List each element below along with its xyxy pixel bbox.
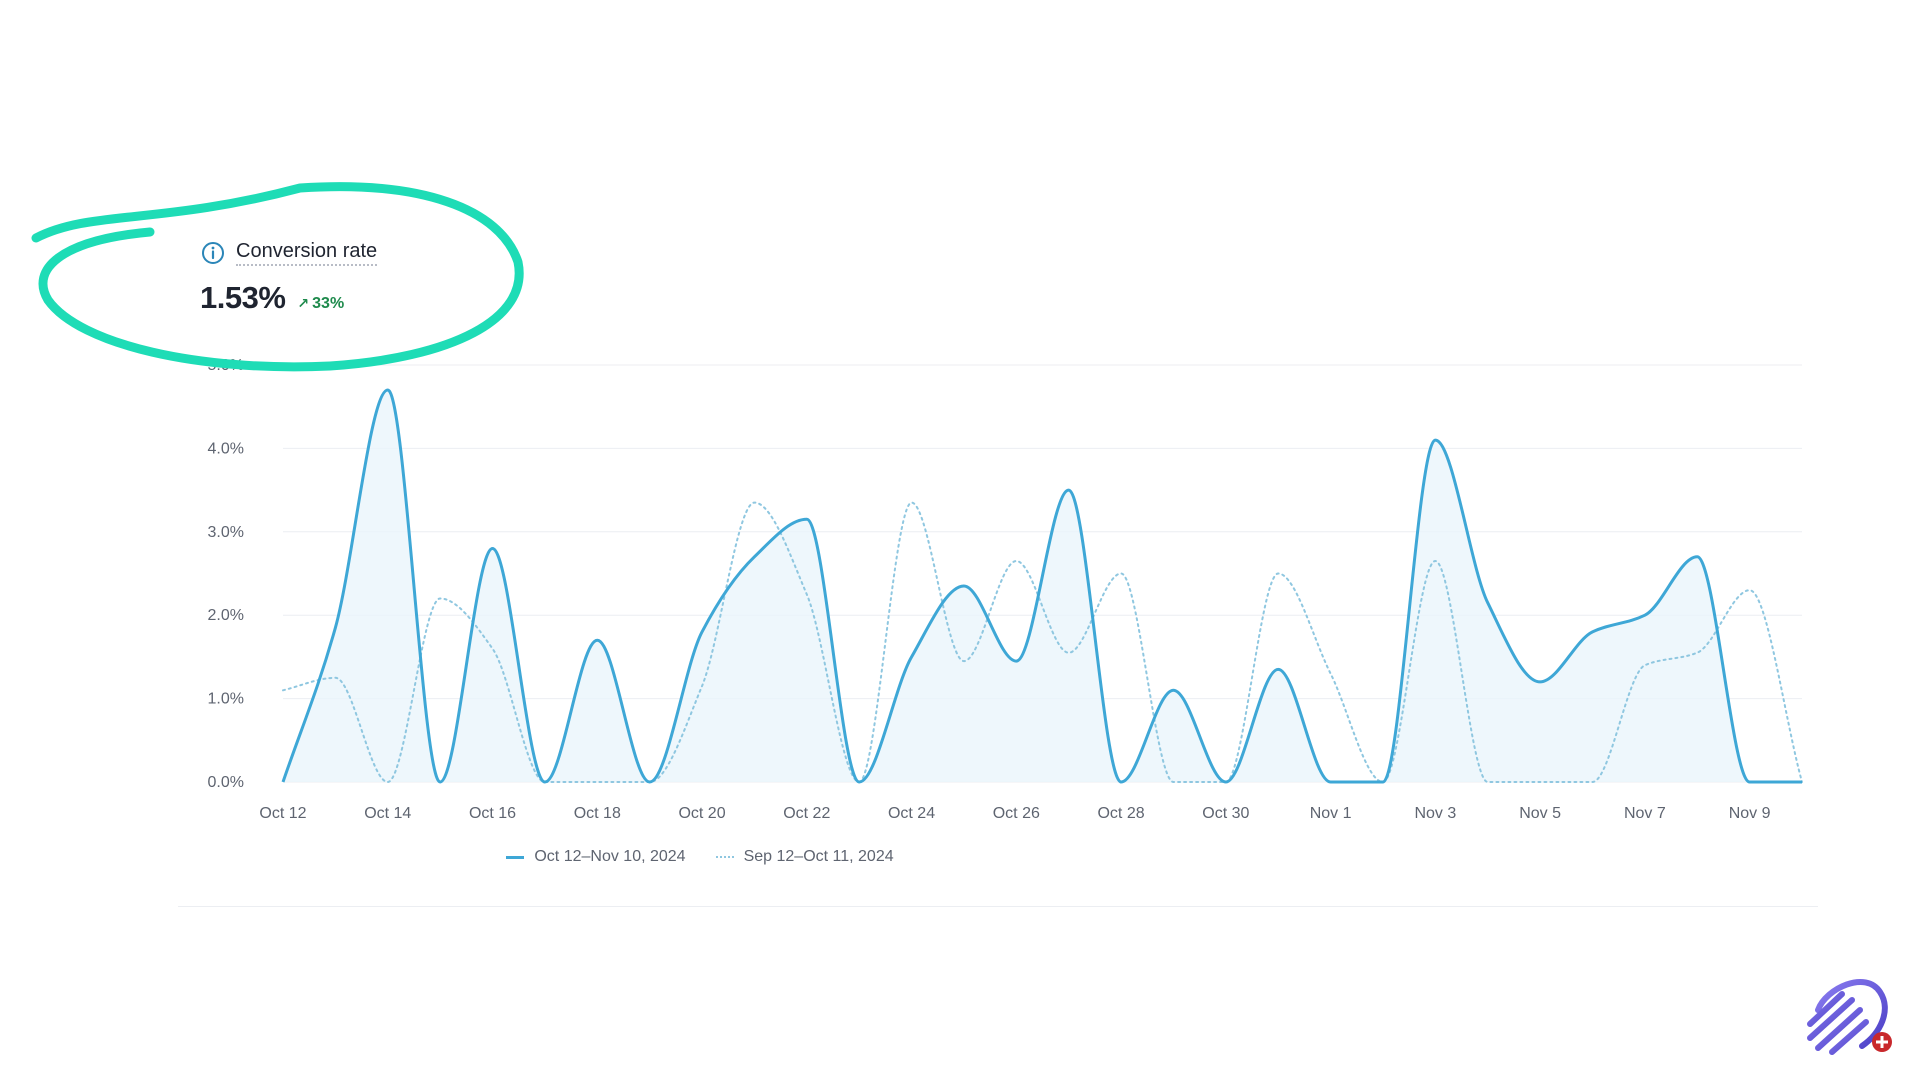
x-tick-label: Nov 7	[1624, 805, 1666, 822]
x-tick-label: Nov 9	[1729, 805, 1771, 822]
conversion-rate-line-chart: 0.0% 1.0% 2.0% 3.0% 4.0% 5.0% Oct 12 Oct 14 Oct …	[208, 357, 1803, 822]
x-tick-label: Oct 22	[783, 805, 830, 822]
x-tick-label: Oct 26	[993, 805, 1040, 822]
brand-logo-icon	[1807, 979, 1892, 1055]
legend-dotted-swatch	[715, 856, 734, 858]
x-tick-label: Oct 16	[469, 805, 516, 822]
y-tick-label: 0.0%	[208, 774, 244, 791]
x-tick-label: Nov 5	[1519, 805, 1561, 822]
chart-legend: Oct 12–Nov 10, 2024 Sep 12–Oct 11, 2024	[0, 848, 1660, 866]
x-tick-label: Oct 18	[574, 805, 621, 822]
legend-label-current: Oct 12–Nov 10, 2024	[534, 848, 686, 865]
bottom-divider	[178, 906, 1818, 907]
x-tick-label: Nov 3	[1414, 805, 1456, 822]
x-tick-label: Nov 1	[1310, 805, 1352, 822]
y-tick-label: 4.0%	[208, 440, 244, 457]
y-tick-label: 5.0%	[208, 357, 244, 374]
x-tick-label: Oct 20	[678, 805, 725, 822]
x-tick-label: Oct 12	[259, 805, 306, 822]
legend-item-previous[interactable]: Sep 12–Oct 11, 2024	[715, 848, 894, 866]
dashboard-canvas: Conversion rate 1.53% ↗ 33% 0.0% 1.0% 2.0%…	[0, 0, 1920, 1080]
legend-label-previous: Sep 12–Oct 11, 2024	[743, 848, 894, 865]
x-tick-label: Oct 30	[1202, 805, 1249, 822]
x-tick-label: Oct 14	[364, 805, 411, 822]
legend-item-current[interactable]: Oct 12–Nov 10, 2024	[506, 848, 686, 866]
y-tick-label: 2.0%	[208, 607, 244, 624]
x-tick-label: Oct 28	[1097, 805, 1144, 822]
y-tick-label: 3.0%	[208, 524, 244, 541]
x-tick-label: Oct 24	[888, 805, 935, 822]
y-tick-label: 1.0%	[208, 691, 244, 708]
legend-solid-swatch	[506, 855, 525, 859]
